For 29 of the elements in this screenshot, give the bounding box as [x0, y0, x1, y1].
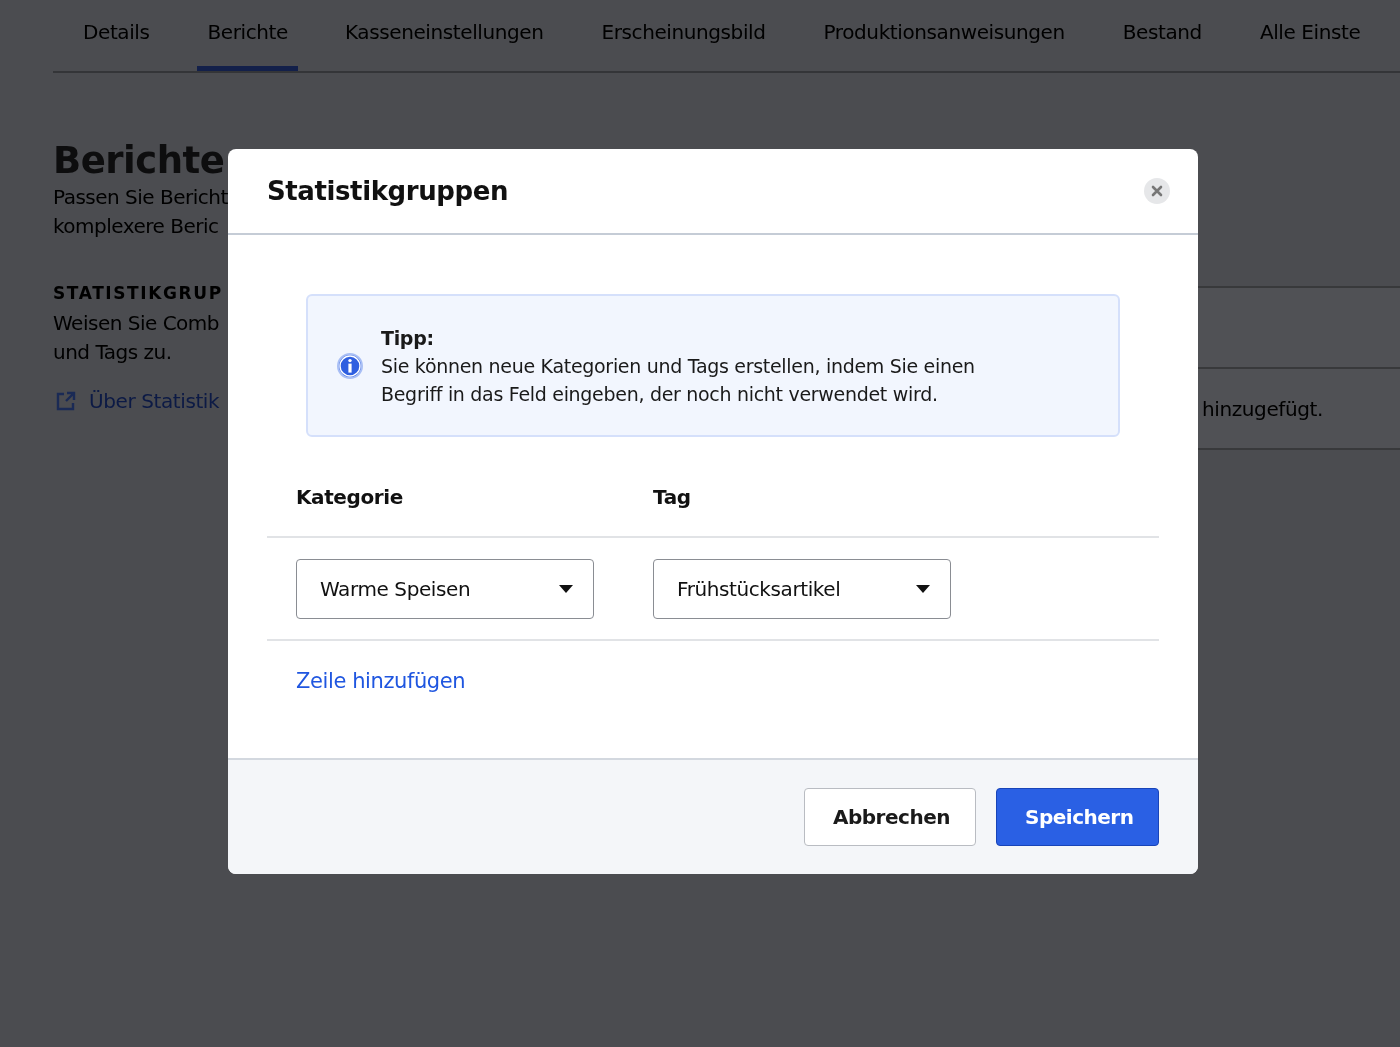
cancel-button[interactable]: Abbrechen — [804, 788, 976, 846]
tip-title: Tipp: — [381, 325, 435, 351]
tip-text: Sie können neue Kategorien und Tags erstellen, indem Sie einen Begriff in das Feld eingeben, der noch nicht verwendet wird. — [381, 353, 976, 407]
tab[interactable]: Bestand — [1093, 0, 1231, 71]
column-header: Kategorie — [296, 484, 404, 509]
info-icon — [336, 351, 364, 380]
tab[interactable]: Produktionsanweisungen — [794, 0, 1094, 71]
external-link-icon — [55, 390, 77, 412]
tab[interactable]: Kasseneinstellungen — [316, 0, 573, 71]
tab[interactable]: Erscheinungsbild — [572, 0, 795, 71]
tag-select[interactable]: Frühstücksartikel — [653, 558, 951, 619]
dialog-title: Statistikgruppen — [267, 176, 509, 206]
page-description: Passen Sie Bericht komplexere Beric — [53, 184, 228, 240]
caret-icon — [916, 584, 930, 593]
section-description: Weisen Sie Comb und Tags zu. — [53, 310, 219, 366]
section-title: STATISTIKGRUP — [53, 283, 223, 303]
add-row-link[interactable]: Zeile hinzufügen — [296, 669, 466, 693]
about-link[interactable]: Über Statistik — [89, 389, 220, 413]
tab[interactable]: Details — [53, 0, 179, 71]
caret-icon — [559, 584, 573, 593]
save-button[interactable]: Speichern — [996, 788, 1159, 846]
close-button[interactable] — [1144, 178, 1170, 204]
category-select[interactable]: Warme Speisen — [296, 558, 594, 619]
tab[interactable]: Alle Einste — [1230, 0, 1390, 71]
page-title: Berichte — [53, 139, 226, 183]
close-icon — [1151, 185, 1163, 197]
tab[interactable]: Berichte — [196, 0, 298, 71]
column-header: Tag — [653, 484, 692, 509]
card-text: hinzugefügt. — [1202, 397, 1323, 421]
